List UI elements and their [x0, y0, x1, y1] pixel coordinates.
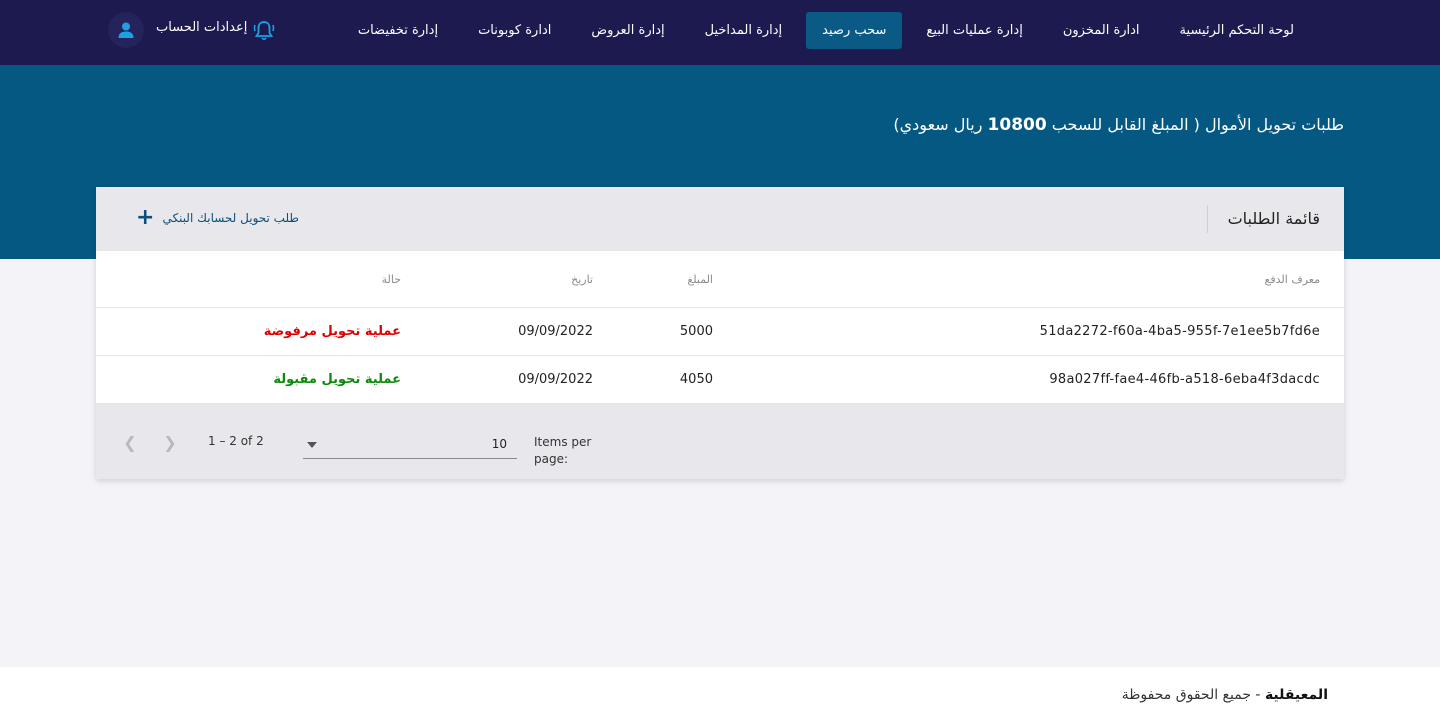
bell-icon[interactable] [252, 19, 276, 43]
nav-offers[interactable]: إدارة العروض [575, 12, 680, 49]
table-header-row: معرف الدفع المبلغ تاريخ حالة [96, 251, 1344, 308]
page-size-value: 10 [491, 437, 507, 451]
add-transfer-request-button[interactable]: + طلب تحويل لحسابك البنكي [136, 205, 299, 230]
paginator: Items per page: 10 1 – 2 of 2 ❮ ❯ [96, 404, 1344, 479]
page-title-prefix: طلبات تحويل الأموال ( المبلغ القابل للسح… [1051, 115, 1344, 134]
nav-sales[interactable]: إدارة عمليات البيع [910, 12, 1038, 49]
footer-brand: المعيقلية [1264, 687, 1328, 703]
footer-copyright: المعيقلية - جميع الحقوق محفوظة [1122, 687, 1328, 703]
nav-withdraw-balance[interactable]: سحب رصيد [806, 12, 903, 49]
requests-table: معرف الدفع المبلغ تاريخ حالة 51da2272-f6… [96, 251, 1344, 404]
status-badge: عملية تحويل مقبولة [273, 372, 401, 387]
page-range-label: 1 – 2 of 2 [208, 434, 264, 448]
column-header-id[interactable]: معرف الدفع [1265, 251, 1320, 307]
table-row[interactable]: 98a027ff-fae4-46fb-a518-6eba4f3dacdc 405… [96, 356, 1344, 404]
add-transfer-request-label: طلب تحويل لحسابك البنكي [162, 211, 299, 225]
items-per-page-label: Items per page: [534, 435, 592, 466]
amount: 4050 [679, 372, 713, 387]
nav-discounts[interactable]: إدارة تخفيضات [342, 12, 454, 49]
nav-coupons[interactable]: ادارة كوبونات [462, 12, 567, 49]
payment-id: 98a027ff-fae4-46fb-a518-6eba4f3dacdc [1049, 372, 1320, 387]
previous-page-icon[interactable]: ❮ [120, 432, 140, 452]
nav-inventory[interactable]: ادارة المخزون [1047, 12, 1156, 49]
nav-dashboard[interactable]: لوحة التحكم الرئيسية [1164, 12, 1310, 49]
card-header: قائمة الطلبات + طلب تحويل لحسابك البنكي [96, 187, 1344, 251]
account-settings-link[interactable]: إعدادات الحساب [156, 20, 247, 35]
page-title: طلبات تحويل الأموال ( المبلغ القابل للسح… [893, 115, 1344, 135]
column-header-date[interactable]: تاريخ [571, 251, 593, 307]
table-row[interactable]: 51da2272-f60a-4ba5-955f-7e1ee5b7fd6e 500… [96, 308, 1344, 356]
nav-income[interactable]: إدارة المداخيل [689, 12, 799, 49]
column-header-status[interactable]: حالة [382, 251, 401, 307]
person-icon [118, 22, 134, 38]
date: 09/09/2022 [518, 372, 593, 387]
main-nav: لوحة التحكم الرئيسية ادارة المخزون إدارة… [334, 12, 1310, 49]
chevron-down-icon [307, 442, 317, 448]
amount: 5000 [679, 324, 713, 339]
card-title: قائمة الطلبات [1227, 209, 1320, 228]
requests-card: قائمة الطلبات + طلب تحويل لحسابك البنكي … [96, 187, 1344, 479]
footer-rights: - جميع الحقوق محفوظة [1121, 687, 1265, 703]
plus-icon: + [136, 205, 155, 230]
page-size-select[interactable]: 10 [303, 434, 517, 459]
avatar[interactable] [108, 12, 144, 48]
next-page-icon[interactable]: ❯ [160, 432, 180, 452]
column-header-amount[interactable]: المبلغ [687, 251, 713, 307]
top-navbar: لوحة التحكم الرئيسية ادارة المخزون إدارة… [0, 0, 1440, 65]
page-title-suffix: ريال سعودي) [893, 115, 983, 134]
status-badge: عملية تحويل مرفوضة [263, 324, 401, 339]
header-divider [1207, 205, 1208, 233]
withdrawable-amount: 10800 [987, 115, 1047, 135]
payment-id: 51da2272-f60a-4ba5-955f-7e1ee5b7fd6e [1039, 324, 1320, 339]
footer: المعيقلية - جميع الحقوق محفوظة [0, 667, 1440, 713]
date: 09/09/2022 [518, 324, 593, 339]
